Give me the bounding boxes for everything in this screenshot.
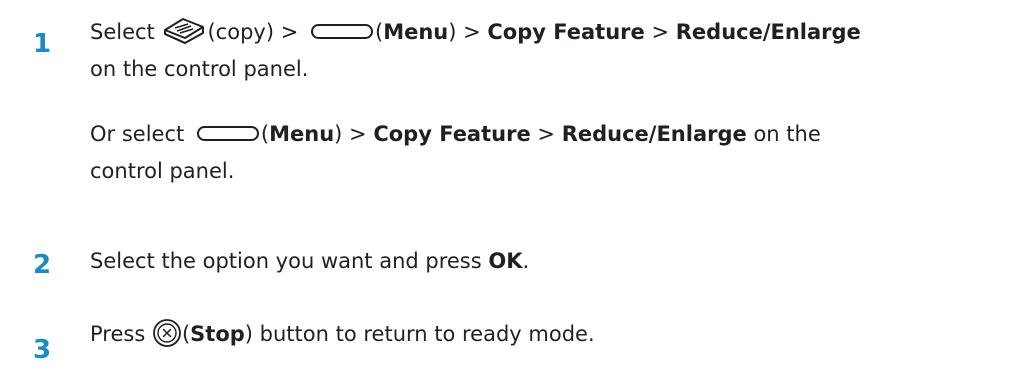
- menu-button-icon: [196, 125, 259, 141]
- step-3-instruction: Press (Stop) button to return to ready m…: [90, 316, 1020, 353]
- step-number: 2: [33, 250, 52, 280]
- menu-button-icon: [310, 23, 373, 39]
- step-2-instruction: Select the option you want and press OK.: [90, 249, 530, 273]
- step-1-instruction: Select (copy) > (Menu) > Copy Feature > …: [90, 14, 1020, 88]
- step-number: 3: [33, 335, 52, 365]
- step-1-alternative: Or select (Menu) > Copy Feature > Reduce…: [90, 122, 821, 183]
- stop-button-icon: [152, 318, 182, 348]
- step-number: 1: [33, 29, 52, 59]
- copy-icon: [161, 16, 207, 46]
